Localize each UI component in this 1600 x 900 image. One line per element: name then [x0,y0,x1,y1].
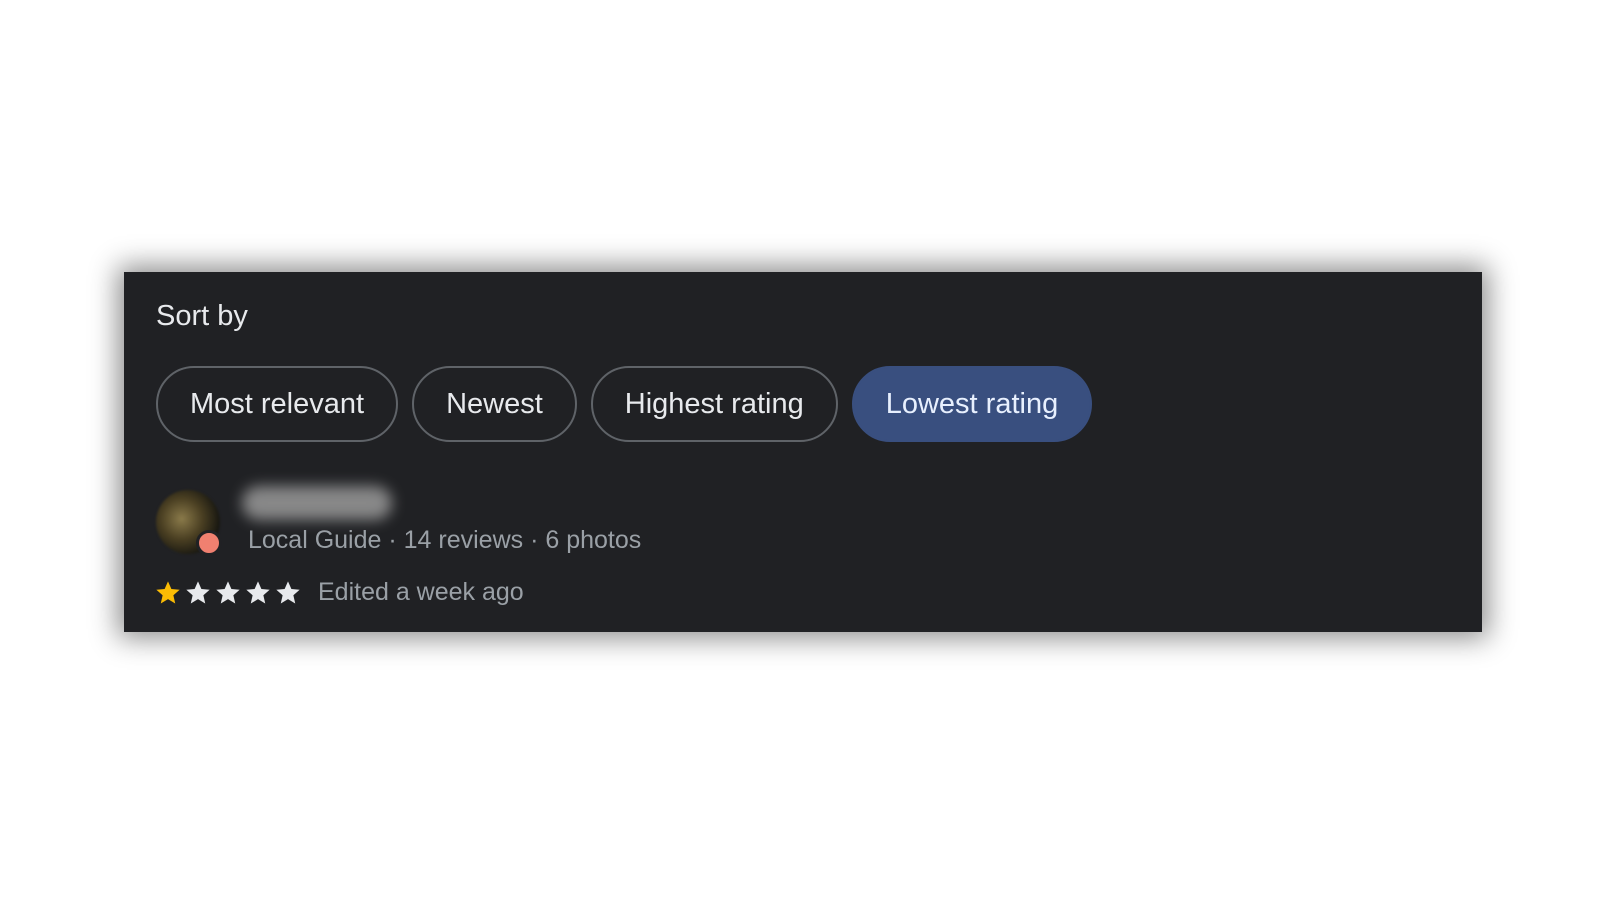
review-date: Edited a week ago [318,578,524,606]
local-guide-badge-icon [196,530,222,556]
sort-highest-rating-chip[interactable]: Highest rating [590,366,838,442]
review-rating-row: Edited a week ago [154,578,524,607]
sort-options: Most relevant Newest Highest rating Lowe… [156,366,1093,442]
reviewer-name-blurred[interactable] [242,486,392,520]
star-empty-icon [186,580,210,603]
sort-by-heading: Sort by [156,300,248,332]
star-filled-icon [156,580,180,603]
sort-lowest-rating-chip[interactable]: Lowest rating [851,366,1093,442]
star-empty-icon [246,580,270,603]
sort-newest-chip[interactable]: Newest [412,366,577,442]
star-empty-icon [216,580,240,603]
reviewer-meta: Local Guide · 14 reviews · 6 photos [248,526,642,554]
star-empty-icon [276,580,300,603]
sort-most-relevant-chip[interactable]: Most relevant [156,366,399,442]
star-rating [154,579,302,607]
reviews-sort-panel: Sort by Most relevant Newest Highest rat… [124,272,1482,632]
